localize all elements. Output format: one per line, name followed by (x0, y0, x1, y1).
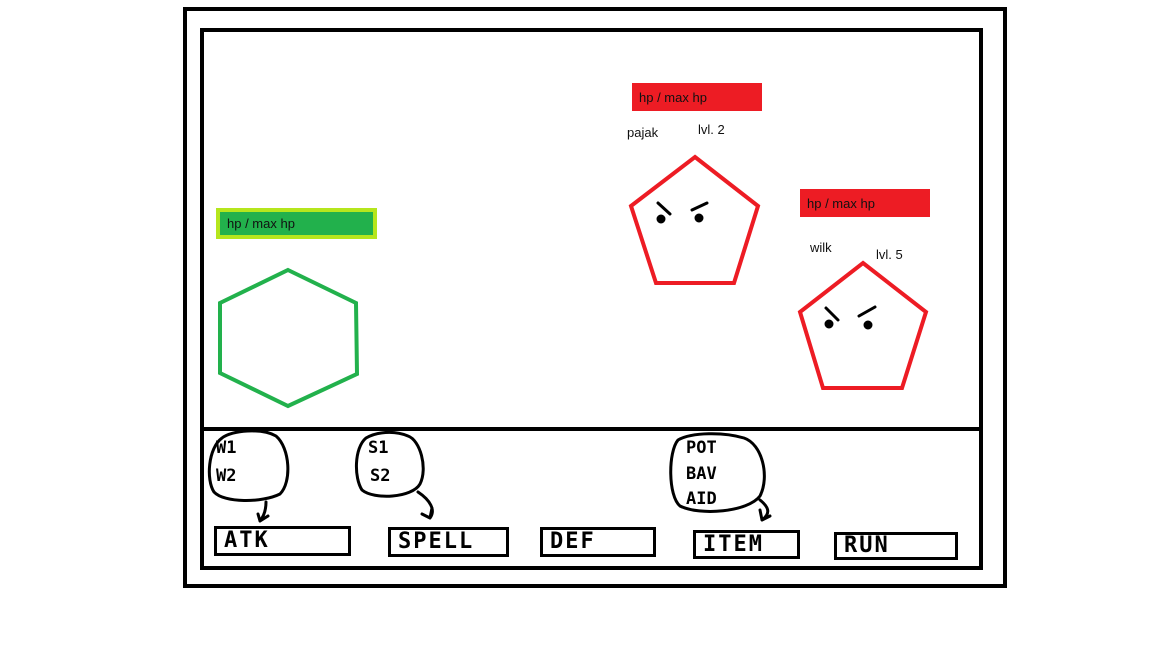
run-button[interactable]: RUN (834, 532, 958, 560)
atk-button-label: ATK (224, 528, 270, 553)
item-button-label: ITEM (703, 531, 764, 557)
submenu-item-item-1[interactable]: POT (686, 438, 717, 458)
submenu-atk-item-1[interactable]: W1 (216, 438, 236, 458)
submenu-item-item-3[interactable]: AID (686, 489, 717, 509)
spell-button-label: SPELL (398, 529, 475, 554)
def-button-label: DEF (550, 529, 596, 554)
submenu-spell-item-1[interactable]: S1 (368, 438, 388, 458)
run-button-label: RUN (844, 533, 890, 558)
atk-button[interactable]: ATK (214, 526, 351, 556)
submenu-spell-item-2[interactable]: S2 (370, 466, 390, 486)
submenu-item-item-2[interactable]: BAV (686, 464, 717, 484)
def-button[interactable]: DEF (540, 527, 656, 557)
submenu-atk-item-2[interactable]: W2 (216, 466, 236, 486)
spell-button[interactable]: SPELL (388, 527, 509, 557)
item-button[interactable]: ITEM (693, 530, 800, 559)
